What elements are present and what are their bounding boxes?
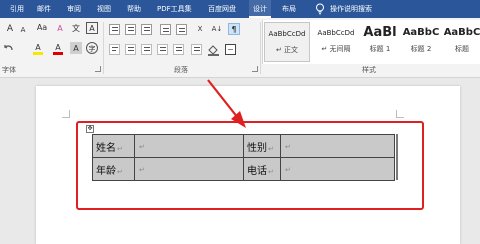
arrow-shaft: [207, 79, 239, 119]
annotation-arrow: [207, 79, 246, 128]
